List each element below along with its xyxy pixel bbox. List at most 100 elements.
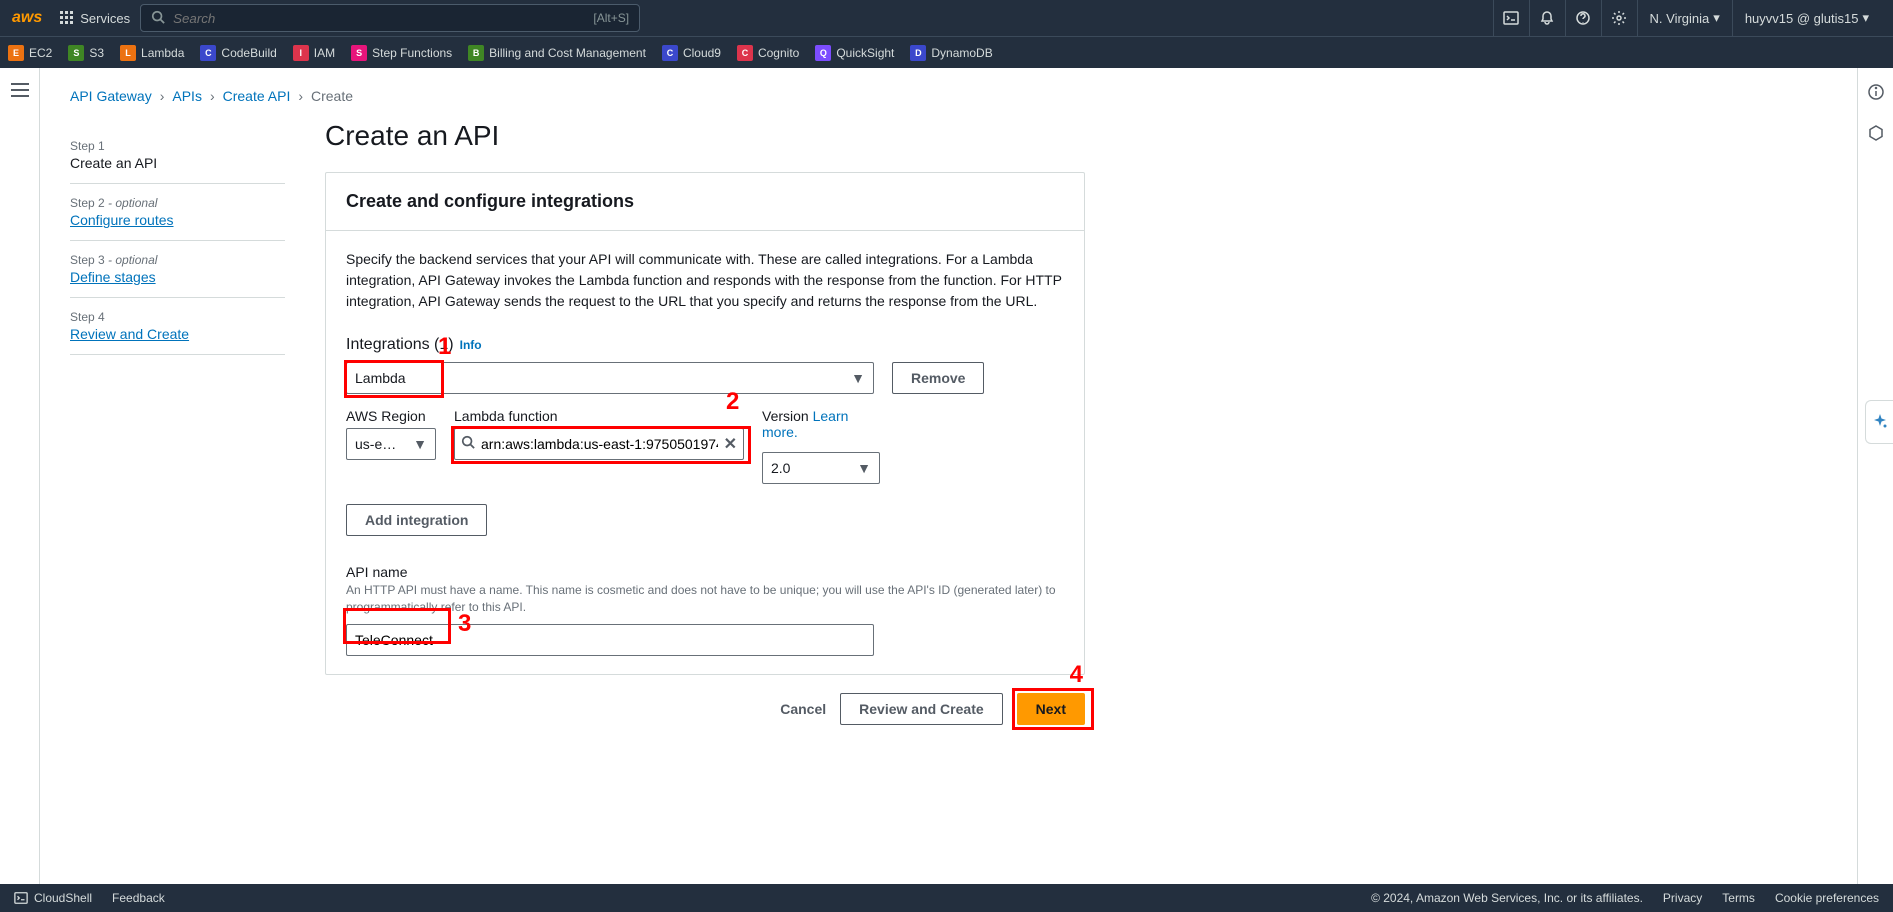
search-icon xyxy=(151,10,165,27)
api-name-help: An HTTP API must have a name. This name … xyxy=(346,582,1064,616)
service-icon: S xyxy=(351,45,367,61)
wizard-form: Create an API Create and configure integ… xyxy=(325,112,1085,725)
review-create-button[interactable]: Review and Create xyxy=(840,693,1003,725)
chevron-right-icon: › xyxy=(298,88,303,104)
integrations-section-label: Integrations (1) Info xyxy=(346,336,1064,354)
wizard-actions: Cancel Review and Create Next 4 xyxy=(325,693,1085,725)
aws-logo[interactable]: aws xyxy=(12,9,42,27)
settings-icon[interactable] xyxy=(1601,0,1637,36)
info-link[interactable]: Info xyxy=(460,338,482,352)
breadcrumb-link[interactable]: API Gateway xyxy=(70,88,152,104)
service-icon: Q xyxy=(815,45,831,61)
breadcrumb-current: Create xyxy=(311,88,353,104)
services-menu[interactable]: Services xyxy=(60,11,130,26)
help-panel-rail xyxy=(1857,68,1893,884)
lambda-arn-field[interactable] xyxy=(481,436,718,452)
service-shortcut-bar: EEC2 SS3 LLambda CCodeBuild IIAM SStep Functi… xyxy=(0,36,1893,68)
breadcrumb-link[interactable]: APIs xyxy=(172,88,202,104)
global-nav: aws Services [Alt+S] N. Virginia▾ huyvv1… xyxy=(0,0,1893,36)
cloudshell-button[interactable]: CloudShell xyxy=(14,891,92,905)
service-icon: C xyxy=(200,45,216,61)
account-menu[interactable]: huyvv15 @ glutis15▾ xyxy=(1732,0,1881,36)
step-title: Define stages xyxy=(70,269,285,285)
grid-icon xyxy=(60,11,74,25)
integrations-panel: Create and configure integrations Specif… xyxy=(325,172,1085,675)
service-shortcut[interactable]: LLambda xyxy=(120,45,184,61)
cookie-prefs-link[interactable]: Cookie preferences xyxy=(1775,891,1879,905)
version-select[interactable]: 2.0 ▼ xyxy=(762,452,880,484)
wizard-steps: Step 1 Create an API Step 2 - optionalConf… xyxy=(70,112,285,355)
service-shortcut[interactable]: CCloud9 xyxy=(662,45,721,61)
panel-title: Create and configure integrations xyxy=(326,173,1084,231)
notifications-icon[interactable] xyxy=(1529,0,1565,36)
add-integration-button[interactable]: Add integration xyxy=(346,504,487,536)
service-shortcut[interactable]: DDynamoDB xyxy=(910,45,992,61)
next-button[interactable]: Next xyxy=(1017,693,1085,725)
global-search[interactable]: [Alt+S] xyxy=(140,4,640,32)
caret-down-icon: ▼ xyxy=(413,436,427,452)
integration-type-select[interactable]: Lambda ▼ xyxy=(346,362,874,394)
breadcrumb-link[interactable]: Create API xyxy=(223,88,291,104)
hexagon-icon[interactable] xyxy=(1867,124,1885,147)
side-nav-toggle[interactable] xyxy=(0,68,40,884)
privacy-link[interactable]: Privacy xyxy=(1663,891,1702,905)
cancel-button[interactable]: Cancel xyxy=(780,701,826,717)
caret-down-icon: ▼ xyxy=(851,370,865,386)
feedback-link[interactable]: Feedback xyxy=(112,891,165,905)
caret-down-icon: ▾ xyxy=(1713,10,1720,26)
service-shortcut[interactable]: CCognito xyxy=(737,45,799,61)
help-icon[interactable] xyxy=(1565,0,1601,36)
cloudshell-icon[interactable] xyxy=(1493,0,1529,36)
step-title: Create an API xyxy=(70,155,285,171)
breadcrumb: API Gateway › APIs › Create API › Create xyxy=(40,88,1857,112)
search-input[interactable] xyxy=(173,11,585,26)
service-shortcut[interactable]: SS3 xyxy=(68,45,104,61)
aws-region-label: AWS Region xyxy=(346,408,436,424)
service-shortcut[interactable]: BBilling and Cost Management xyxy=(468,45,646,61)
hamburger-icon xyxy=(11,83,29,884)
info-circle-icon[interactable] xyxy=(1867,83,1885,106)
step-number: Step 1 xyxy=(70,139,285,153)
api-name-label: API name xyxy=(346,564,1064,580)
panel-description: Specify the backend services that your A… xyxy=(346,249,1064,312)
wizard-step[interactable]: Step 3 - optional Define stages xyxy=(70,241,285,298)
service-icon: B xyxy=(468,45,484,61)
service-shortcut[interactable]: EEC2 xyxy=(8,45,52,61)
remove-integration-button[interactable]: Remove xyxy=(892,362,984,394)
step-title: Review and Create xyxy=(70,326,285,342)
copyright-text: © 2024, Amazon Web Services, Inc. or its… xyxy=(1371,891,1643,905)
service-shortcut[interactable]: SStep Functions xyxy=(351,45,452,61)
service-icon: L xyxy=(120,45,136,61)
step-number: Step 3 - optional xyxy=(70,253,285,267)
region-selector[interactable]: N. Virginia▾ xyxy=(1637,0,1732,36)
service-shortcut[interactable]: QQuickSight xyxy=(815,45,894,61)
nav-utility: N. Virginia▾ huyvv15 @ glutis15▾ xyxy=(1493,0,1881,36)
aws-region-select[interactable]: us-e… ▼ xyxy=(346,428,436,460)
service-shortcut[interactable]: IIAM xyxy=(293,45,335,61)
version-label: Version Learn more. xyxy=(762,408,880,440)
caret-down-icon: ▼ xyxy=(857,460,871,476)
service-icon: S xyxy=(68,45,84,61)
search-shortcut-hint: [Alt+S] xyxy=(593,11,629,25)
console-footer: CloudShell Feedback © 2024, Amazon Web S… xyxy=(0,884,1893,912)
service-icon: C xyxy=(662,45,678,61)
service-icon: D xyxy=(910,45,926,61)
services-label: Services xyxy=(80,11,130,26)
wizard-step[interactable]: Step 2 - optionalConfigure routes xyxy=(70,184,285,241)
terms-link[interactable]: Terms xyxy=(1722,891,1755,905)
lambda-function-input[interactable]: ✕ xyxy=(454,428,744,460)
step-number: Step 4 xyxy=(70,310,285,324)
wizard-step: Step 1 Create an API xyxy=(70,127,285,184)
service-icon: E xyxy=(8,45,24,61)
service-shortcut[interactable]: CCodeBuild xyxy=(200,45,276,61)
search-icon xyxy=(461,435,475,454)
clear-icon[interactable]: ✕ xyxy=(724,434,737,454)
chevron-right-icon: › xyxy=(160,88,165,104)
wizard-step[interactable]: Step 4 Review and Create xyxy=(70,298,285,355)
caret-down-icon: ▾ xyxy=(1862,10,1869,26)
lambda-function-label: Lambda function xyxy=(454,408,744,424)
api-name-input[interactable] xyxy=(346,624,874,656)
ai-assistant-toggle[interactable] xyxy=(1865,400,1893,444)
chevron-right-icon: › xyxy=(210,88,215,104)
step-number: Step 2 - optional xyxy=(70,196,285,210)
